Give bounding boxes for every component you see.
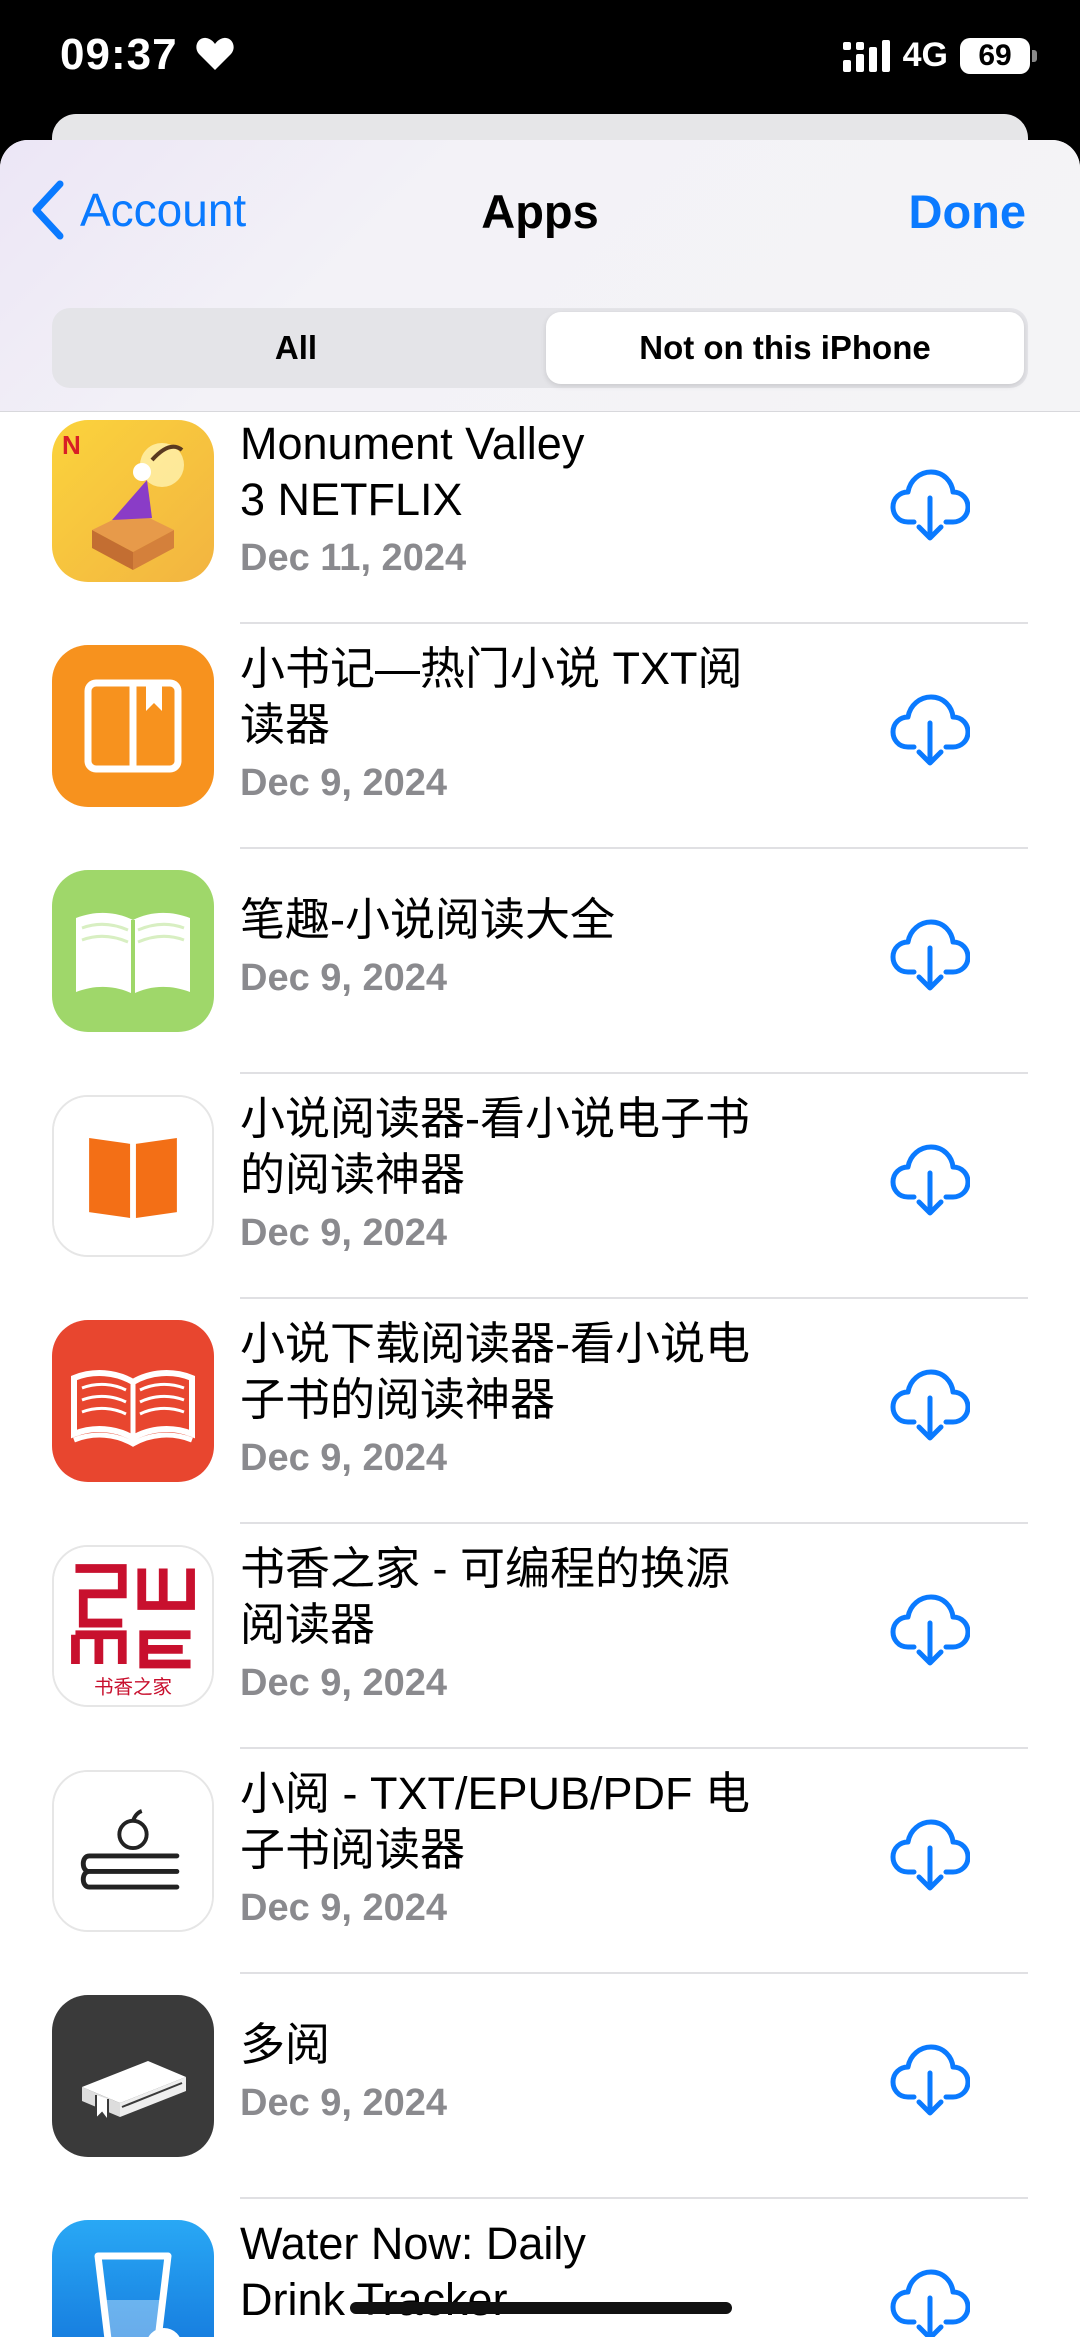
app-name: 小阅 - TXT/EPUB/PDF 电 子书阅读器 bbox=[240, 1766, 840, 1878]
book-white-icon bbox=[52, 1095, 214, 1257]
list-item[interactable]: 书香之家 书香之家 - 可编程的换源 阅读器 Dec 9, 2024 bbox=[0, 1537, 1080, 1762]
purchase-date: Dec 9, 2024 bbox=[240, 1212, 448, 1254]
app-name-line: Monument Valley bbox=[240, 418, 585, 469]
cellular-signal-icon bbox=[842, 39, 890, 72]
apple-reader-icon bbox=[52, 1770, 214, 1932]
app-name-line: 的阅读神器 bbox=[240, 1149, 466, 1200]
nav-header: Account Apps Done All Not on this iPhone bbox=[0, 140, 1080, 412]
list-item[interactable]: N Monument Valley 3 NETFLIX Dec 11, 2024 bbox=[0, 412, 1080, 637]
book-dark-icon bbox=[52, 1995, 214, 2157]
app-name-line: 小书记—热门小说 TXT阅 bbox=[240, 643, 743, 694]
status-time: 09:37 bbox=[60, 30, 178, 79]
water-glass-icon bbox=[52, 2220, 214, 2337]
app-name-line: 小说阅读器-看小说电子书 bbox=[240, 1093, 750, 1144]
purchase-date: Dec 9, 2024 bbox=[240, 1437, 448, 1479]
segment-not-on-this-iphone[interactable]: Not on this iPhone bbox=[546, 312, 1024, 384]
app-text: 多阅 Dec 9, 2024 bbox=[240, 2017, 840, 2129]
list-item[interactable]: 小阅 - TXT/EPUB/PDF 电 子书阅读器 Dec 9, 2024 bbox=[0, 1762, 1080, 1987]
cloud-download-icon[interactable] bbox=[890, 1139, 970, 1219]
separator bbox=[240, 622, 1028, 624]
segmented-control: All Not on this iPhone bbox=[52, 308, 1028, 388]
cloud-download-icon[interactable] bbox=[890, 2264, 970, 2337]
heart-icon bbox=[196, 37, 234, 70]
monument-valley-icon: N bbox=[52, 420, 214, 582]
list-item[interactable]: Water Now: Daily Drink Tracker bbox=[0, 2212, 1080, 2337]
status-bar: 09:37 4G 69 bbox=[0, 0, 1080, 120]
separator bbox=[240, 847, 1028, 849]
separator bbox=[240, 1747, 1028, 1749]
app-name: 小说阅读器-看小说电子书 的阅读神器 bbox=[240, 1091, 840, 1203]
app-text: Monument Valley 3 NETFLIX Dec 11, 2024 bbox=[240, 416, 840, 584]
list-item[interactable]: 小说下载阅读器-看小说电 子书的阅读神器 Dec 9, 2024 bbox=[0, 1312, 1080, 1537]
segment-all[interactable]: All bbox=[56, 312, 536, 384]
purchase-date: Dec 9, 2024 bbox=[240, 957, 448, 999]
purchase-date: Dec 9, 2024 bbox=[240, 1887, 448, 1929]
app-name: Monument Valley 3 NETFLIX bbox=[240, 416, 840, 528]
list-item[interactable]: 小说阅读器-看小说电子书 的阅读神器 Dec 9, 2024 bbox=[0, 1087, 1080, 1312]
app-name: 小说下载阅读器-看小说电 子书的阅读神器 bbox=[240, 1316, 840, 1428]
cloud-download-icon[interactable] bbox=[890, 464, 970, 544]
network-type: 4G bbox=[902, 36, 948, 74]
cloud-download-icon[interactable] bbox=[890, 1589, 970, 1669]
app-text: 书香之家 - 可编程的换源 阅读器 Dec 9, 2024 bbox=[240, 1541, 840, 1709]
separator bbox=[240, 2197, 1028, 2199]
app-text: 小说下载阅读器-看小说电 子书的阅读神器 Dec 9, 2024 bbox=[240, 1316, 840, 1484]
book-green-icon bbox=[52, 870, 214, 1032]
app-name-line: 书香之家 - 可编程的换源 bbox=[240, 1543, 730, 1594]
app-name-line: 小阅 - TXT/EPUB/PDF 电 bbox=[240, 1768, 751, 1819]
app-text: 小书记—热门小说 TXT阅 读器 Dec 9, 2024 bbox=[240, 641, 840, 809]
app-name: 笔趣-小说阅读大全 bbox=[240, 892, 840, 948]
app-text: 小阅 - TXT/EPUB/PDF 电 子书阅读器 Dec 9, 2024 bbox=[240, 1766, 840, 1934]
app-name-line: 子书的阅读神器 bbox=[240, 1374, 556, 1425]
app-name: 书香之家 - 可编程的换源 阅读器 bbox=[240, 1541, 840, 1653]
app-name-line: 笔趣-小说阅读大全 bbox=[240, 894, 615, 945]
separator bbox=[240, 1297, 1028, 1299]
purchase-date: Dec 9, 2024 bbox=[240, 1662, 448, 1704]
book-red-icon bbox=[52, 1320, 214, 1482]
separator bbox=[240, 1072, 1028, 1074]
app-name-line: Drink Tracker bbox=[240, 2274, 508, 2325]
app-name: 小书记—热门小说 TXT阅 读器 bbox=[240, 641, 840, 753]
list-item[interactable]: 笔趣-小说阅读大全 Dec 9, 2024 bbox=[0, 862, 1080, 1087]
app-name-line: 阅读器 bbox=[240, 1599, 376, 1650]
shuxiang-icon: 书香之家 bbox=[52, 1545, 214, 1707]
list-item[interactable]: 小书记—热门小说 TXT阅 读器 Dec 9, 2024 bbox=[0, 637, 1080, 862]
app-name-line: 3 NETFLIX bbox=[240, 474, 463, 525]
status-indicators: 4G 69 bbox=[842, 36, 1037, 75]
svg-text:N: N bbox=[62, 430, 81, 460]
cloud-download-icon[interactable] bbox=[890, 914, 970, 994]
list-item[interactable]: 多阅 Dec 9, 2024 bbox=[0, 1987, 1080, 2212]
app-text: 小说阅读器-看小说电子书 的阅读神器 Dec 9, 2024 bbox=[240, 1091, 840, 1259]
separator bbox=[240, 1522, 1028, 1524]
cloud-download-icon[interactable] bbox=[890, 1364, 970, 1444]
shuxiang-logo-text: 书香之家 bbox=[94, 1675, 172, 1698]
app-name-line: 子书阅读器 bbox=[240, 1824, 466, 1875]
done-button[interactable]: Done bbox=[909, 184, 1027, 239]
app-name-line: Water Now: Daily bbox=[240, 2218, 586, 2269]
home-indicator[interactable] bbox=[350, 2302, 732, 2314]
app-name-line: 小说下载阅读器-看小说电 bbox=[240, 1318, 750, 1369]
cloud-download-icon[interactable] bbox=[890, 2039, 970, 2119]
purchase-date: Dec 11, 2024 bbox=[240, 537, 467, 579]
apps-sheet: Account Apps Done All Not on this iPhone bbox=[0, 140, 1080, 2337]
app-name-line: 读器 bbox=[240, 699, 331, 750]
battery-indicator: 69 bbox=[960, 37, 1037, 74]
purchase-date: Dec 9, 2024 bbox=[240, 762, 448, 804]
app-text: 笔趣-小说阅读大全 Dec 9, 2024 bbox=[240, 892, 840, 1004]
cloud-download-icon[interactable] bbox=[890, 689, 970, 769]
book-orange-icon bbox=[52, 645, 214, 807]
app-name-line: 多阅 bbox=[240, 2019, 331, 2070]
purchase-date: Dec 9, 2024 bbox=[240, 2082, 448, 2124]
separator bbox=[240, 1972, 1028, 1974]
app-name: 多阅 bbox=[240, 2017, 840, 2073]
cloud-download-icon[interactable] bbox=[890, 1814, 970, 1894]
